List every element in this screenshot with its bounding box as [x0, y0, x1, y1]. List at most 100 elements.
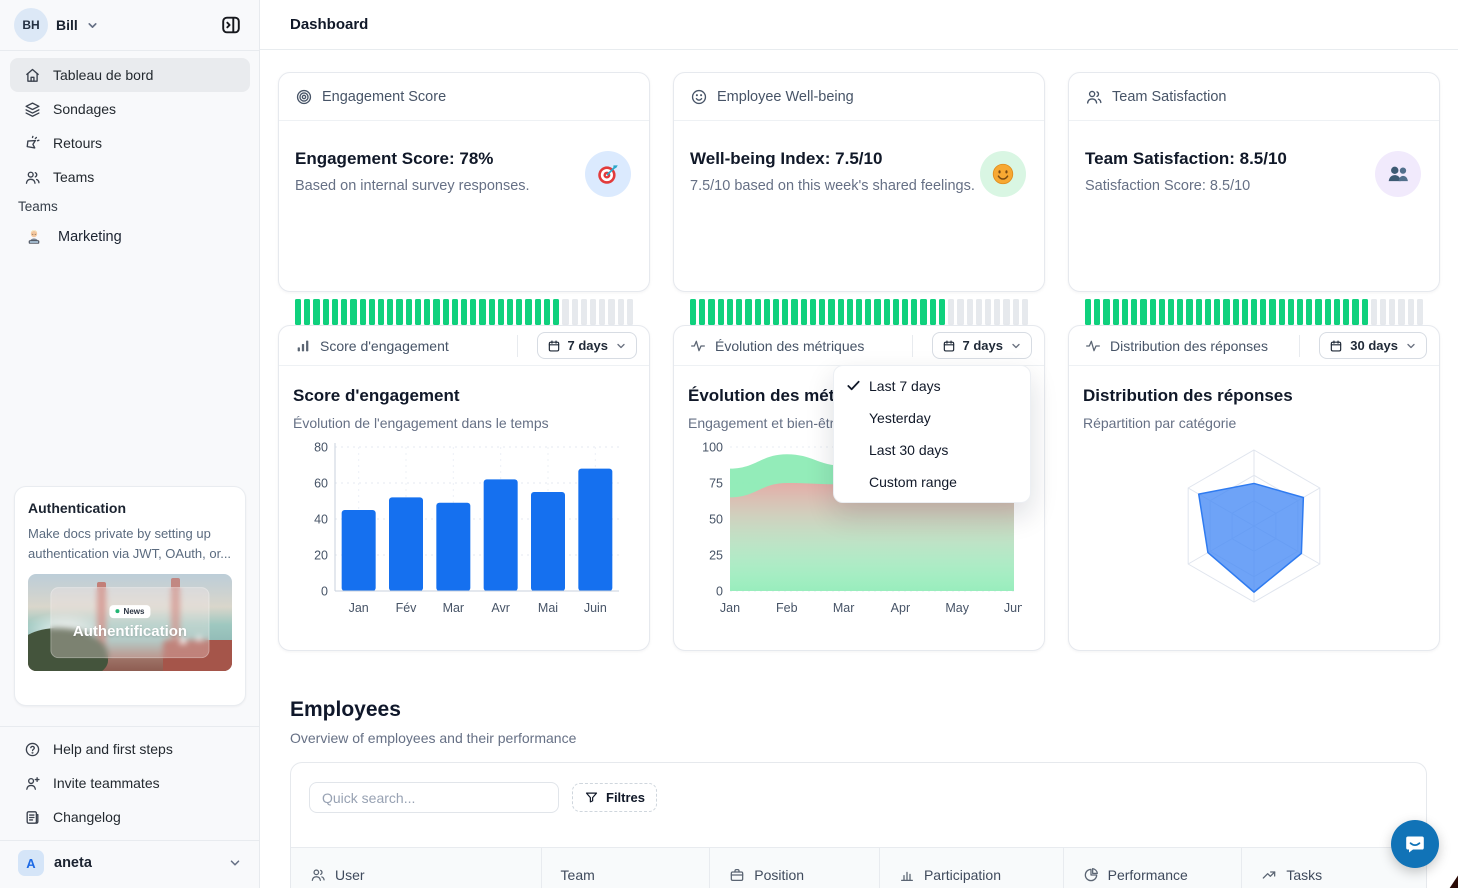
divider: [517, 335, 518, 357]
card-header: Team Satisfaction: [1069, 73, 1439, 121]
changelog-icon: [24, 809, 41, 826]
promo-image-caption: Authentification: [73, 623, 187, 640]
menu-item-yesterday[interactable]: Yesterday: [834, 402, 1030, 434]
target-icon: [295, 88, 313, 106]
topbar: Dashboard: [260, 0, 1458, 50]
teams-section-label: Teams: [18, 199, 58, 214]
dashboard-screen: BH Bill Tableau de bord Sondages Retours: [0, 0, 1458, 888]
svg-text:60: 60: [314, 477, 328, 491]
card-body: Engagement Score: 78% Based on internal …: [279, 121, 649, 210]
card-header: Distribution des réponses 30 days: [1069, 326, 1439, 366]
chart-title: Distribution des réponses: [1083, 386, 1425, 406]
menu-item-last-30-days[interactable]: Last 30 days: [834, 434, 1030, 466]
card-header-label: Employee Well-being: [717, 89, 854, 105]
search-input[interactable]: [309, 782, 559, 813]
sidebar-item-tableau-de-bord[interactable]: Tableau de bord: [10, 58, 250, 92]
team-satisfaction-card: Team Satisfaction Team Satisfaction: 8.5…: [1068, 72, 1440, 292]
nav-label: Changelog: [53, 809, 121, 825]
nav-label: Help and first steps: [53, 741, 173, 757]
workspace-name: aneta: [54, 855, 92, 871]
bar-chart-icon: [295, 338, 311, 354]
svg-text:Mar: Mar: [833, 601, 855, 615]
progress-bar: [1085, 299, 1423, 325]
column-header-position[interactable]: Position: [710, 848, 880, 888]
stat-subtitle: Satisfaction Score: 8.5/10: [1085, 178, 1423, 194]
menu-item-last-7-days[interactable]: Last 7 days: [834, 370, 1030, 402]
user-name[interactable]: Bill: [56, 17, 78, 33]
svg-text:Apr: Apr: [891, 601, 910, 615]
date-range-label: 30 days: [1350, 338, 1398, 353]
workspace-avatar: A: [18, 850, 44, 876]
sidebar-item-changelog[interactable]: Changelog: [10, 800, 250, 834]
svg-text:25: 25: [709, 549, 723, 563]
date-range-label: 7 days: [568, 338, 608, 353]
avatar[interactable]: BH: [14, 8, 48, 42]
mouse-cursor: [1444, 873, 1458, 888]
engagement-chart-card: Score d'engagement 7 days Score d'engage…: [278, 325, 650, 651]
sidebar-collapse-button[interactable]: [217, 11, 245, 39]
column-header-team[interactable]: Team: [542, 848, 711, 888]
menu-item-custom-range[interactable]: Custom range: [834, 466, 1030, 498]
engagement-score-card: Engagement Score Engagement Score: 78% B…: [278, 72, 650, 292]
employees-table-card: Filtres User Team Position Participation…: [290, 762, 1427, 888]
promo-overlay: News Authentification: [50, 587, 209, 659]
check-icon: [846, 378, 861, 393]
promo-image[interactable]: News Authentification: [28, 574, 232, 671]
card-header: Engagement Score: [279, 73, 649, 121]
date-range-button[interactable]: 7 days: [537, 332, 637, 359]
target-emoji: [585, 151, 631, 197]
news-dot-icon: [116, 609, 120, 613]
promo-description: Make docs private by setting up authenti…: [28, 524, 232, 564]
employees-subtitle: Overview of employees and their performa…: [290, 730, 576, 746]
workspace-switcher[interactable]: A aneta: [10, 846, 250, 880]
sidebar-user-row: BH Bill: [0, 0, 259, 50]
sidebar-item-invite[interactable]: Invite teammates: [10, 766, 250, 800]
column-header-user[interactable]: User: [291, 848, 542, 888]
briefcase-icon: [729, 867, 745, 883]
help-circle-icon: [24, 741, 41, 758]
svg-text:Jun: Jun: [1004, 601, 1022, 615]
column-header-participation[interactable]: Participation: [880, 848, 1064, 888]
calendar-icon: [942, 339, 956, 353]
date-range-button[interactable]: 30 days: [1319, 332, 1427, 359]
filters-button[interactable]: Filtres: [572, 783, 657, 812]
nav-label: Teams: [53, 169, 94, 185]
column-header-performance[interactable]: Performance: [1064, 848, 1243, 888]
chat-launcher-button[interactable]: [1391, 820, 1439, 868]
home-icon: [24, 67, 41, 84]
stat-title: Team Satisfaction: 8.5/10: [1085, 149, 1423, 169]
svg-text:Mai: Mai: [538, 601, 558, 615]
pie-chart-icon: [1083, 867, 1099, 883]
sidebar-item-marketing[interactable]: Marketing: [10, 221, 250, 253]
svg-text:0: 0: [716, 585, 723, 599]
chart-title: Score d'engagement: [293, 386, 635, 406]
chevron-down-icon: [86, 19, 99, 32]
date-range-label: 7 days: [963, 338, 1003, 353]
sidebar-item-retours[interactable]: Retours: [10, 126, 250, 160]
progress-bar: [295, 299, 633, 325]
card-header: Score d'engagement 7 days: [279, 326, 649, 366]
card-body: Well-being Index: 7.5/10 7.5/10 based on…: [674, 121, 1044, 210]
bar-chart: 020406080JanFévMarAvrMaiJuin: [293, 437, 635, 619]
chevron-down-icon: [1405, 340, 1417, 352]
layers-icon: [24, 101, 41, 118]
date-range-dropdown: Last 7 days Yesterday Last 30 days Custo…: [833, 365, 1031, 503]
card-header-label: Team Satisfaction: [1112, 89, 1226, 105]
date-range-button[interactable]: 7 days: [932, 332, 1032, 359]
svg-text:Feb: Feb: [776, 601, 798, 615]
news-badge: News: [110, 605, 151, 618]
megaphone-icon: [24, 135, 41, 152]
authentication-promo-card[interactable]: Authentication Make docs private by sett…: [14, 486, 246, 706]
card-header: Évolution des métriques 7 days: [674, 326, 1044, 366]
calendar-icon: [547, 339, 561, 353]
sidebar-item-sondages[interactable]: Sondages: [10, 92, 250, 126]
chat-bubble-icon: [1403, 832, 1427, 856]
svg-text:Avr: Avr: [491, 601, 510, 615]
chart-subtitle: Évolution de l'engagement dans le temps: [293, 415, 635, 431]
employees-title: Employees: [290, 698, 401, 722]
users-icon: [1085, 88, 1103, 106]
user-plus-icon: [24, 775, 41, 792]
radar-chart: [1083, 433, 1425, 619]
sidebar-item-help[interactable]: Help and first steps: [10, 732, 250, 766]
sidebar-item-teams[interactable]: Teams: [10, 160, 250, 194]
